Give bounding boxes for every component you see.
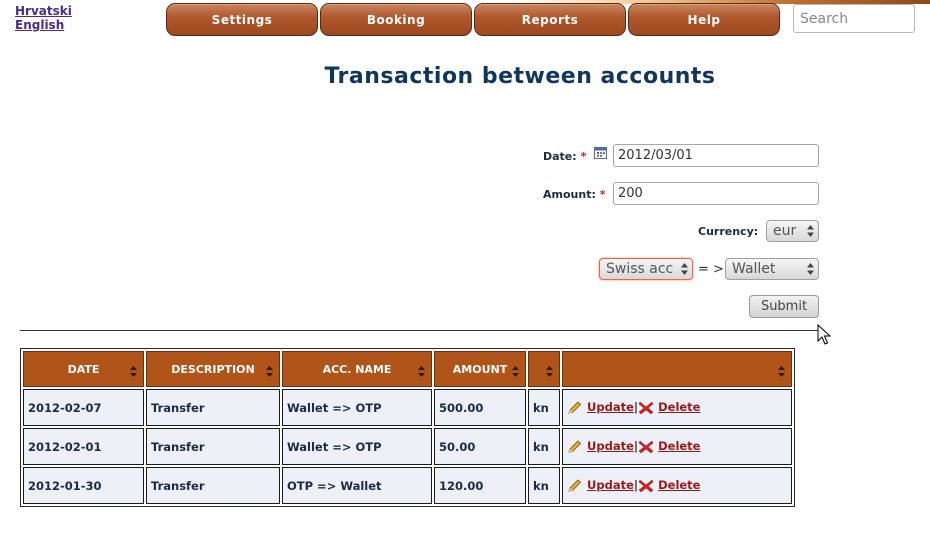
red-x-icon[interactable] (638, 401, 654, 415)
mouse-pointer-icon (817, 324, 831, 345)
cell-actions: Update| Delete (562, 428, 792, 465)
table-row: 2012-02-01 Transfer Wallet => OTP 50.00 … (23, 428, 792, 465)
cell-amount: 50.00 (434, 428, 526, 465)
pencil-icon[interactable] (567, 440, 583, 454)
from-account-select[interactable]: Swiss acc (599, 258, 693, 280)
table-row: 2012-01-30 Transfer OTP => Wallet 120.00… (23, 467, 792, 504)
form-divider (20, 330, 820, 331)
cell-currency: kn (528, 467, 560, 504)
cell-date: 2012-02-07 (23, 389, 144, 426)
cell-acc-name: OTP => Wallet (282, 467, 432, 504)
delete-link[interactable]: Delete (658, 478, 700, 492)
from-account-value: Swiss acc (606, 261, 674, 277)
col-header-description[interactable]: DESCRIPTION (146, 351, 280, 387)
calendar-icon[interactable] (594, 146, 608, 160)
cell-currency: kn (528, 428, 560, 465)
delete-link[interactable]: Delete (658, 400, 700, 414)
cell-description: Transfer (146, 467, 280, 504)
red-x-icon[interactable] (638, 440, 654, 454)
pencil-icon[interactable] (567, 401, 583, 415)
select-arrows-icon (807, 263, 814, 275)
amount-required-mark: * (599, 188, 606, 201)
currency-label: Currency: (698, 225, 759, 238)
language-switcher: Hrvatski English (15, 4, 72, 32)
currency-select[interactable]: eur (766, 220, 819, 242)
cell-amount: 120.00 (434, 467, 526, 504)
sort-arrows-icon (130, 366, 137, 377)
col-header-date[interactable]: DATE (23, 351, 144, 387)
nav-booking-button[interactable]: Booking (320, 3, 472, 36)
cell-actions: Update| Delete (562, 467, 792, 504)
pencil-icon[interactable] (567, 479, 583, 493)
date-field[interactable] (613, 144, 819, 167)
cell-description: Transfer (146, 389, 280, 426)
currency-select-value: eur (773, 223, 797, 239)
to-account-select[interactable]: Wallet (725, 258, 819, 280)
cell-amount: 500.00 (434, 389, 526, 426)
delete-link[interactable]: Delete (658, 439, 700, 453)
col-header-acc-name[interactable]: ACC. NAME (282, 351, 432, 387)
amount-label-row: Amount: * (543, 188, 605, 201)
sort-arrows-icon (512, 366, 519, 377)
col-header-actions[interactable] (562, 351, 792, 387)
sort-arrows-icon (266, 366, 273, 377)
red-x-icon[interactable] (638, 479, 654, 493)
cell-date: 2012-02-01 (23, 428, 144, 465)
lang-hrvatski-link[interactable]: Hrvatski (15, 4, 72, 18)
lang-english-link[interactable]: English (15, 18, 72, 32)
select-arrows-icon (681, 263, 688, 275)
cell-date: 2012-01-30 (23, 467, 144, 504)
cell-acc-name: Wallet => OTP (282, 389, 432, 426)
amount-field[interactable] (613, 182, 819, 205)
sort-arrows-icon (418, 366, 425, 377)
update-link[interactable]: Update (587, 439, 634, 453)
col-header-acc-name-label: ACC. NAME (322, 362, 392, 376)
date-label: Date: (543, 150, 577, 163)
col-header-amount-label: AMOUNT (452, 362, 508, 376)
table-row: 2012-02-07 Transfer Wallet => OTP 500.00… (23, 389, 792, 426)
submit-button[interactable]: Submit (749, 295, 819, 318)
cell-actions: Update| Delete (562, 389, 792, 426)
nav-reports-button[interactable]: Reports (474, 3, 626, 36)
sort-arrows-icon (546, 366, 553, 377)
date-required-mark: * (580, 150, 587, 163)
cell-description: Transfer (146, 428, 280, 465)
search-input[interactable] (793, 4, 915, 33)
col-header-amount[interactable]: AMOUNT (434, 351, 526, 387)
update-link[interactable]: Update (587, 400, 634, 414)
amount-label: Amount: (543, 188, 596, 201)
col-header-date-label: DATE (67, 362, 100, 376)
select-arrows-icon (807, 225, 814, 237)
col-header-currency[interactable] (528, 351, 560, 387)
page-title: Transaction between accounts (324, 64, 716, 89)
transfer-arrow-text: = > (698, 262, 724, 277)
date-label-row: Date: * (543, 150, 586, 163)
cell-currency: kn (528, 389, 560, 426)
table-header-row: DATE DESCRIPTION ACC. NAME AMOUNT (23, 351, 792, 387)
to-account-value: Wallet (732, 261, 776, 277)
cell-acc-name: Wallet => OTP (282, 428, 432, 465)
sort-arrows-icon (778, 366, 785, 377)
col-header-description-label: DESCRIPTION (171, 362, 255, 376)
update-link[interactable]: Update (587, 478, 634, 492)
nav-help-button[interactable]: Help (628, 3, 780, 36)
nav-settings-button[interactable]: Settings (166, 3, 318, 36)
transactions-table: DATE DESCRIPTION ACC. NAME AMOUNT 2012-0… (20, 348, 795, 507)
